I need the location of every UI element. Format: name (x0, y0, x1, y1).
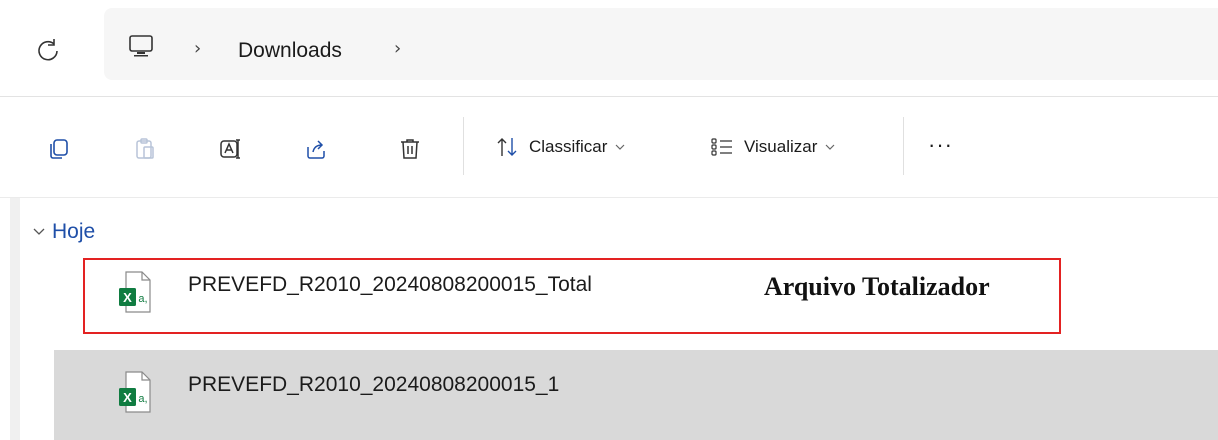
excel-csv-icon: X a, (119, 371, 151, 413)
sort-icon (497, 138, 517, 156)
svg-text:X: X (123, 390, 132, 405)
toolbar-divider (463, 117, 464, 175)
list-item-selected[interactable]: X a, PREVEFD_R2010_20240808200015_1 (54, 350, 1218, 440)
address-bar[interactable]: › Downloads › (104, 8, 1218, 80)
refresh-icon[interactable] (34, 36, 62, 64)
excel-csv-icon: X a, (119, 271, 151, 313)
copy-icon[interactable] (47, 137, 71, 161)
file-name: PREVEFD_R2010_20240808200015_Total (188, 273, 592, 296)
view-label: Visualizar (744, 137, 818, 156)
group-header-today[interactable]: Hoje (32, 220, 95, 244)
svg-text:a,: a, (138, 293, 147, 305)
this-pc-icon[interactable] (126, 34, 156, 58)
navigation-pane-edge (10, 198, 20, 440)
breadcrumb-separator-icon[interactable]: › (394, 38, 401, 59)
chevron-down-icon (33, 228, 45, 235)
paste-icon[interactable] (133, 137, 157, 161)
rename-icon[interactable] (219, 137, 243, 161)
view-button[interactable]: Visualizar (710, 133, 835, 161)
toolbar-divider (903, 117, 904, 175)
address-bar-region: › Downloads › (0, 0, 1218, 96)
svg-text:a,: a, (138, 393, 147, 405)
delete-icon[interactable] (398, 137, 422, 161)
sort-button[interactable]: Classificar (495, 133, 625, 161)
file-name: PREVEFD_R2010_20240808200015_1 (188, 373, 560, 396)
chevron-down-icon (615, 144, 625, 150)
chevron-down-icon (825, 144, 835, 150)
share-icon[interactable] (304, 137, 328, 161)
list-item[interactable]: X a, PREVEFD_R2010_20240808200015_Total (54, 250, 1218, 336)
sort-label: Classificar (529, 137, 608, 156)
annotation-label: Arquivo Totalizador (764, 272, 990, 301)
command-bar: Classificar Visualizar ··· (0, 97, 1218, 197)
file-list: Hoje X a, PREVEFD_R2010_20240808200015_T… (0, 198, 1218, 440)
more-options-button[interactable]: ··· (928, 132, 953, 158)
svg-text:X: X (123, 290, 132, 305)
group-label: Hoje (52, 220, 96, 243)
breadcrumb-downloads[interactable]: Downloads (238, 39, 342, 63)
view-list-icon (711, 138, 732, 156)
breadcrumb-separator-icon[interactable]: › (194, 38, 201, 59)
